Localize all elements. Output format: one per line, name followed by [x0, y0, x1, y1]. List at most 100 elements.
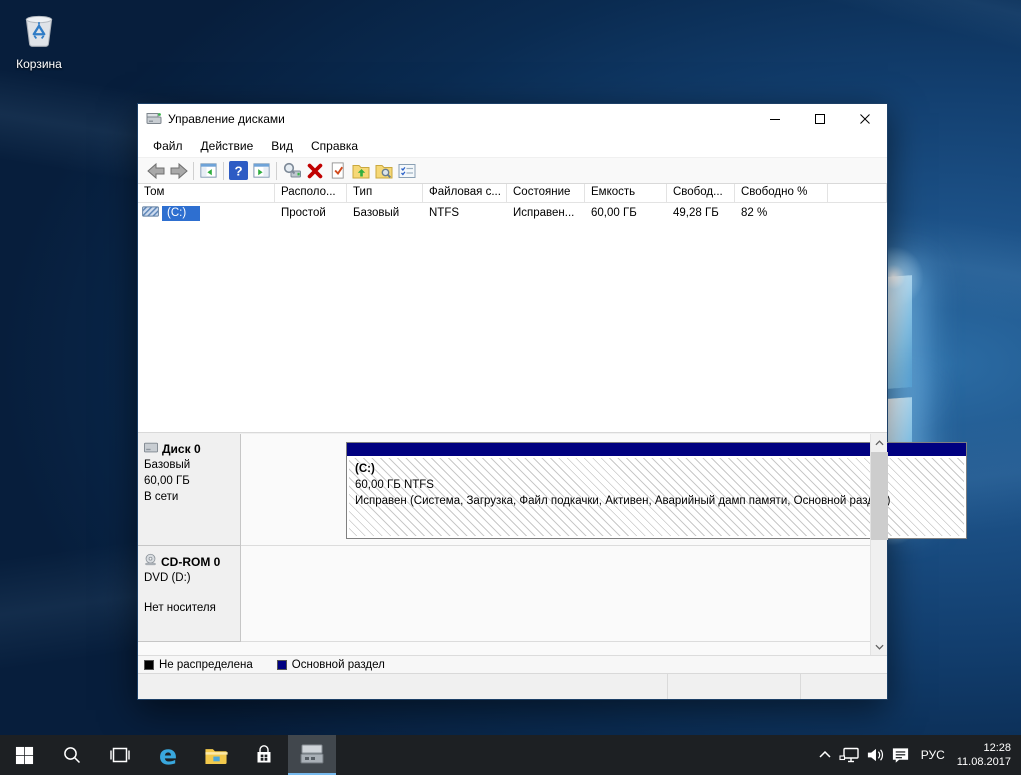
legend-primary-partition: Основной раздел	[277, 659, 385, 671]
status-bar	[138, 673, 887, 699]
cdrom-name: CD-ROM 0	[161, 554, 220, 570]
properties-list-icon[interactable]	[395, 160, 418, 182]
maximize-button[interactable]	[797, 104, 842, 134]
menu-file[interactable]: Файл	[144, 136, 192, 156]
status-section	[668, 674, 801, 699]
language-indicator[interactable]: РУС	[913, 748, 953, 762]
svg-text:?: ?	[234, 163, 242, 178]
free-percent-cell: 82 %	[735, 207, 828, 219]
volume-disk-icon	[142, 205, 159, 221]
volume-tray-button[interactable]	[863, 735, 888, 775]
edge-icon: e	[159, 742, 177, 769]
tray-date: 11.08.2017	[957, 755, 1011, 769]
edge-button[interactable]: e	[144, 735, 192, 775]
search-icon	[62, 745, 82, 765]
column-header-type[interactable]: Тип	[347, 184, 423, 202]
capacity-cell: 60,00 ГБ	[585, 207, 667, 219]
status-section	[138, 674, 668, 699]
free-cell: 49,28 ГБ	[667, 207, 735, 219]
disk-graphical-pane: Диск 0 Базовый 60,00 ГБ В сети (C:) 60,0…	[138, 434, 887, 655]
toolbar: ?	[138, 158, 887, 184]
column-header-capacity[interactable]: Емкость	[585, 184, 667, 202]
partition-status: Исправен (Система, Загрузка, Файл подкач…	[355, 495, 891, 507]
file-explorer-icon	[204, 746, 228, 765]
minimize-button[interactable]	[752, 104, 797, 134]
window-title: Управление дисками	[168, 112, 285, 126]
speaker-icon	[866, 747, 885, 763]
task-view-button[interactable]	[96, 735, 144, 775]
wallpaper-windows-logo-pane	[886, 275, 912, 389]
action-center-icon	[891, 746, 910, 764]
tray-time: 12:28	[957, 741, 1011, 755]
tray-chevron-button[interactable]	[813, 735, 838, 775]
disk0-label-cell[interactable]: Диск 0 Базовый 60,00 ГБ В сети	[138, 434, 241, 546]
volume-list: Том Располо... Тип Файловая с... Состоян…	[138, 184, 887, 432]
column-header-layout[interactable]: Располо...	[275, 184, 347, 202]
toolbar-separator	[223, 162, 224, 180]
close-button[interactable]	[842, 104, 887, 134]
legend-swatch-primary	[277, 660, 287, 670]
legend-label-unallocated: Не распределена	[159, 659, 253, 671]
action-center-button[interactable]	[888, 735, 913, 775]
delete-volume-icon[interactable]	[303, 160, 326, 182]
partition-size: 60,00 ГБ NTFS	[355, 479, 434, 491]
menubar: Файл Действие Вид Справка	[138, 134, 887, 158]
column-header-empty	[828, 184, 887, 202]
cdrom-label-cell[interactable]: CD-ROM 0 DVD (D:) Нет носителя	[138, 546, 241, 642]
forward-icon[interactable]	[167, 160, 190, 182]
open-folder-icon[interactable]	[349, 160, 372, 182]
check-document-icon[interactable]	[326, 160, 349, 182]
disk-management-app-icon	[146, 110, 162, 129]
volume-row-c[interactable]: (C:) Простой Базовый NTFS Исправен... 60…	[138, 203, 887, 223]
column-header-volume[interactable]: Том	[138, 184, 275, 202]
rescan-disks-icon[interactable]	[280, 160, 303, 182]
disk-management-window: Управление дисками Файл Действие Вид Спр…	[137, 103, 888, 700]
menu-view[interactable]: Вид	[262, 136, 302, 156]
start-button[interactable]	[0, 735, 48, 775]
menu-action[interactable]: Действие	[192, 136, 263, 156]
store-button[interactable]	[240, 735, 288, 775]
partition-label: (C:)	[355, 463, 375, 475]
disk0-row: Диск 0 Базовый 60,00 ГБ В сети (C:) 60,0…	[138, 434, 870, 546]
explore-folder-icon[interactable]	[372, 160, 395, 182]
window-titlebar[interactable]: Управление дисками	[138, 104, 887, 134]
menu-help[interactable]: Справка	[302, 136, 367, 156]
scrollbar-thumb[interactable]	[871, 452, 888, 540]
column-header-free-percent[interactable]: Свободно %	[735, 184, 828, 202]
help-icon[interactable]: ?	[227, 160, 250, 182]
legend-label-primary: Основной раздел	[292, 659, 385, 671]
desktop: Корзина Управление дисками	[0, 0, 1021, 775]
disk0-size: 60,00 ГБ	[144, 473, 240, 489]
cd-rom-icon	[144, 553, 157, 570]
legend-unallocated: Не распределена	[144, 659, 253, 671]
cdrom-row: CD-ROM 0 DVD (D:) Нет носителя	[138, 546, 870, 642]
disk-management-taskbar-button[interactable]	[288, 735, 336, 775]
show-console-tree-icon[interactable]	[197, 160, 220, 182]
column-header-free[interactable]: Свобод...	[667, 184, 735, 202]
disk0-type: Базовый	[144, 457, 240, 473]
column-header-file-system[interactable]: Файловая с...	[423, 184, 507, 202]
taskbar: e	[0, 735, 1021, 775]
file-system-cell: NTFS	[423, 207, 507, 219]
recycle-bin-desktop-icon[interactable]: Корзина	[8, 8, 70, 71]
recycle-bin-icon	[18, 37, 60, 54]
search-button[interactable]	[48, 735, 96, 775]
disk0-name: Диск 0	[162, 441, 201, 457]
type-cell: Базовый	[347, 207, 423, 219]
toolbar-separator	[193, 162, 194, 180]
scroll-down-icon[interactable]	[871, 638, 888, 655]
volume-cell[interactable]: (C:)	[138, 205, 275, 221]
status-section	[801, 674, 887, 699]
status-cell: Исправен...	[507, 207, 585, 219]
disk-icon	[144, 441, 158, 457]
back-icon[interactable]	[144, 160, 167, 182]
clock[interactable]: 12:28 11.08.2017	[953, 741, 1021, 769]
scroll-up-icon[interactable]	[871, 434, 888, 451]
column-header-status[interactable]: Состояние	[507, 184, 585, 202]
show-action-pane-icon[interactable]	[250, 160, 273, 182]
volume-label-selected[interactable]: (C:)	[162, 206, 200, 221]
wallpaper-light-beam	[564, 0, 1021, 109]
network-tray-button[interactable]	[838, 735, 863, 775]
file-explorer-button[interactable]	[192, 735, 240, 775]
vertical-scrollbar[interactable]	[870, 434, 887, 655]
